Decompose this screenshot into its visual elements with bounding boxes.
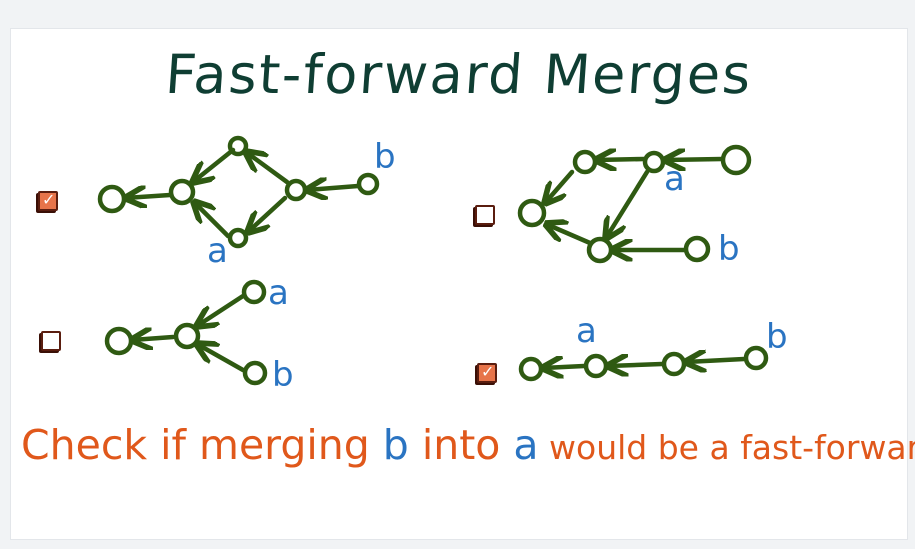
commit-graph-bottom-left: a b [104,273,294,395]
graph-edge [596,159,647,160]
graph-edge [608,364,665,366]
commit-graph-top-left: a b [97,135,396,271]
branch-label-a: a [664,159,685,199]
commit-graph-bottom-right: a b [518,311,788,382]
graph-edge [686,359,747,362]
commit-node [97,184,127,214]
graph-edge [543,366,587,368]
branch-label-b: b [718,229,740,269]
commit-node [517,198,547,228]
commit-node [227,227,249,249]
commit-node [284,178,308,202]
branch-label-b: b [272,355,294,395]
branch-label-b: b [374,137,396,177]
graph-edge [606,169,650,238]
graph-edge [126,195,173,198]
graph-edge [197,344,246,373]
commit-node [518,356,544,382]
commit-graph-top-right: a b [517,144,752,269]
graph-edge [307,186,361,190]
graph-edge [246,152,290,185]
commit-node [241,279,267,305]
commit-node [683,235,711,263]
commit-node [661,351,687,377]
commit-node [586,236,614,264]
commit-node [104,326,134,356]
graph-edge [545,169,575,203]
graph-edge [132,337,176,340]
commit-node [642,150,666,174]
graph-edge [546,224,593,246]
commit-node [242,360,268,386]
branch-label-a: a [207,231,228,271]
commit-node [173,322,201,350]
graph-edge [193,147,236,182]
commit-node [743,345,769,371]
commit-node [168,178,196,206]
commit-node [227,135,249,157]
graph-edge [248,195,288,232]
commit-node [583,353,609,379]
branch-label-a: a [576,311,597,351]
graph-edge [197,293,246,326]
commit-node [720,144,752,176]
commit-node [572,149,598,175]
commit-node [356,172,380,196]
branch-label-b: b [766,317,788,357]
branch-label-a: a [268,273,289,313]
commit-graphs: a b a b a b a b [97,135,788,395]
